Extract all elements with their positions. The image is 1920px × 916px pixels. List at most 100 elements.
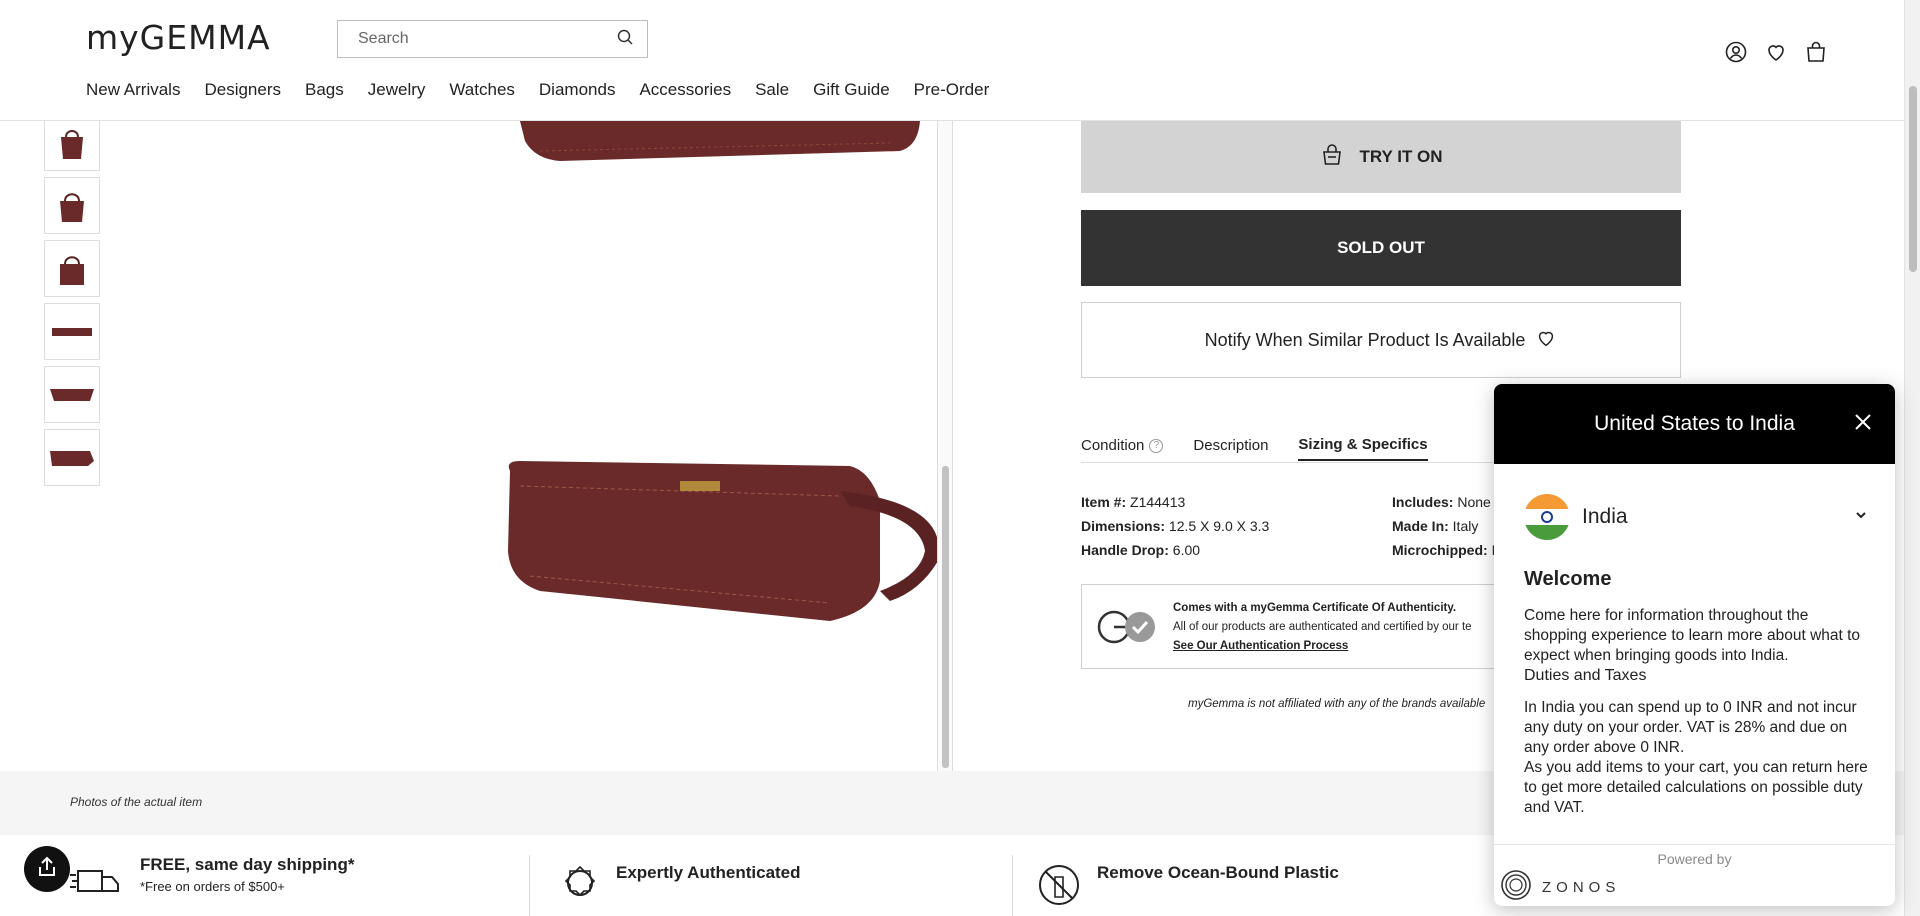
site-logo[interactable]: myGEMMA bbox=[86, 18, 271, 57]
nav-new-arrivals[interactable]: New Arrivals bbox=[86, 80, 180, 100]
spec-value: 12.5 X 9.0 X 3.3 bbox=[1168, 518, 1270, 534]
feature-title: FREE, same day shipping* bbox=[140, 855, 355, 874]
thumbnail[interactable] bbox=[44, 240, 100, 297]
nav-pre-order[interactable]: Pre-Order bbox=[914, 80, 990, 100]
bag-icon bbox=[1319, 142, 1345, 173]
spec-value: Z144413 bbox=[1130, 494, 1186, 510]
tab-description[interactable]: Description bbox=[1193, 436, 1268, 461]
chevron-down-icon bbox=[1854, 508, 1868, 527]
heart-icon bbox=[1535, 327, 1557, 354]
gallery-thumbnails bbox=[44, 114, 100, 492]
feature-shipping: FREE, same day shipping* *Free on orders… bbox=[70, 855, 354, 904]
spec-label: Made In: bbox=[1392, 518, 1449, 534]
search-input[interactable]: Search bbox=[337, 20, 648, 58]
country-select[interactable]: India bbox=[1524, 494, 1868, 540]
welcome-heading: Welcome bbox=[1524, 568, 1612, 590]
account-icon[interactable] bbox=[1724, 40, 1748, 64]
tab-sizing-specifics[interactable]: Sizing & Specifics bbox=[1298, 436, 1428, 461]
nav-watches[interactable]: Watches bbox=[449, 80, 515, 100]
thumbnail[interactable] bbox=[44, 366, 100, 423]
intro-text: Come here for information throughout the… bbox=[1524, 607, 1861, 664]
auth-body: All of our products are authenticated an… bbox=[1173, 621, 1472, 633]
header-icons bbox=[1724, 40, 1828, 64]
tab-condition-label: Condition bbox=[1081, 437, 1145, 454]
try-it-on-button[interactable]: TRY IT ON bbox=[1081, 121, 1681, 193]
spec-label: Microchipped: bbox=[1392, 542, 1488, 558]
powered-by-label: Powered by bbox=[1657, 851, 1732, 867]
truck-icon bbox=[70, 855, 124, 904]
gallery-scrollbar[interactable] bbox=[937, 121, 953, 771]
auth-process-link[interactable]: See Our Authentication Process bbox=[1173, 640, 1348, 652]
close-icon[interactable] bbox=[1853, 412, 1873, 432]
badge-icon bbox=[560, 863, 600, 908]
nav-diamonds[interactable]: Diamonds bbox=[539, 80, 616, 100]
india-flag-icon bbox=[1524, 494, 1570, 540]
authenticity-check-icon bbox=[1096, 609, 1158, 650]
share-button[interactable] bbox=[24, 846, 70, 892]
spec-label: Includes: bbox=[1392, 494, 1454, 510]
thumbnail[interactable] bbox=[44, 303, 100, 360]
feature-divider bbox=[1012, 855, 1013, 916]
search-icon[interactable] bbox=[617, 29, 633, 50]
feature-ocean-plastic: Remove Ocean-Bound Plastic bbox=[1037, 863, 1339, 912]
product-main-image[interactable] bbox=[500, 121, 938, 771]
tab-condition[interactable]: Condition ? bbox=[1081, 436, 1164, 461]
nav-bags[interactable]: Bags bbox=[305, 80, 344, 100]
zonos-brand[interactable]: ZONOS bbox=[1500, 869, 1620, 905]
help-icon[interactable]: ? bbox=[1149, 438, 1164, 453]
sold-out-button[interactable]: SOLD OUT bbox=[1081, 210, 1681, 286]
specs-left: Item #: Z144413 Dimensions: 12.5 X 9.0 X… bbox=[1081, 490, 1269, 562]
spec-label: Dimensions: bbox=[1081, 518, 1166, 534]
gallery-scroll-thumb[interactable] bbox=[942, 466, 949, 768]
spec-dimensions: Dimensions: 12.5 X 9.0 X 3.3 bbox=[1081, 514, 1269, 538]
main-nav: New Arrivals Designers Bags Jewelry Watc… bbox=[86, 80, 1013, 100]
thumbnail[interactable] bbox=[44, 177, 100, 234]
zonos-logo-icon bbox=[1500, 869, 1532, 905]
nav-gift-guide[interactable]: Gift Guide bbox=[813, 80, 890, 100]
authenticity-text: Comes with a myGemma Certificate Of Auth… bbox=[1173, 599, 1472, 656]
spec-value: None bbox=[1457, 494, 1491, 510]
photo-caption: Photos of the actual item bbox=[70, 795, 203, 809]
feature-divider bbox=[529, 855, 530, 916]
modal-body: Come here for information throughout the… bbox=[1524, 606, 1874, 818]
wishlist-heart-icon[interactable] bbox=[1764, 40, 1788, 64]
auth-title: Comes with a myGemma Certificate Of Auth… bbox=[1173, 602, 1457, 614]
nav-jewelry[interactable]: Jewelry bbox=[368, 80, 426, 100]
nav-sale[interactable]: Sale bbox=[755, 80, 789, 100]
product-page: myGEMMA Search New Arrivals Designers Ba… bbox=[0, 0, 1920, 916]
notify-label: Notify When Similar Product Is Available bbox=[1204, 329, 1526, 350]
nav-accessories[interactable]: Accessories bbox=[639, 80, 731, 100]
spec-value: 6.00 bbox=[1172, 542, 1201, 558]
zonos-wordmark: ZONOS bbox=[1542, 878, 1621, 896]
spec-includes: Includes: None bbox=[1392, 490, 1502, 514]
feature-title: Remove Ocean-Bound Plastic bbox=[1097, 863, 1339, 882]
no-plastic-icon bbox=[1037, 863, 1081, 912]
site-header: myGEMMA Search New Arrivals Designers Ba… bbox=[0, 0, 1904, 121]
sold-out-label: SOLD OUT bbox=[1337, 238, 1425, 257]
brand-disclaimer: myGemma is not affiliated with any of th… bbox=[1188, 698, 1486, 710]
country-name: India bbox=[1582, 505, 1628, 528]
spec-label: Handle Drop: bbox=[1081, 542, 1169, 558]
duties-heading: Duties and Taxes bbox=[1524, 667, 1647, 684]
zonos-welcome-modal: United States to India India Welcome Com… bbox=[1494, 384, 1895, 906]
page-scroll-thumb[interactable] bbox=[1909, 86, 1917, 272]
spec-microchipped: Microchipped: N bbox=[1392, 538, 1502, 562]
modal-header: United States to India bbox=[1494, 384, 1895, 464]
share-icon bbox=[36, 856, 58, 883]
specs-right: Includes: None Made In: Italy Microchipp… bbox=[1392, 490, 1502, 562]
modal-title: United States to India bbox=[1594, 412, 1795, 435]
search-placeholder: Search bbox=[358, 30, 409, 47]
return-text: As you add items to your cart, you can r… bbox=[1524, 759, 1868, 816]
page-scrollbar[interactable] bbox=[1904, 0, 1920, 916]
try-it-on-label: TRY IT ON bbox=[1359, 147, 1443, 166]
spec-made-in: Made In: Italy bbox=[1392, 514, 1502, 538]
feature-authenticated: Expertly Authenticated bbox=[560, 863, 801, 908]
feature-subtitle: *Free on orders of $500+ bbox=[140, 879, 285, 894]
notify-button[interactable]: Notify When Similar Product Is Available bbox=[1081, 302, 1681, 378]
thumbnail[interactable] bbox=[44, 114, 100, 171]
spec-label: Item #: bbox=[1081, 494, 1127, 510]
thumbnail[interactable] bbox=[44, 429, 100, 486]
nav-designers[interactable]: Designers bbox=[204, 80, 281, 100]
shopping-bag-icon[interactable] bbox=[1804, 40, 1828, 64]
spec-item-number: Item #: Z144413 bbox=[1081, 490, 1269, 514]
